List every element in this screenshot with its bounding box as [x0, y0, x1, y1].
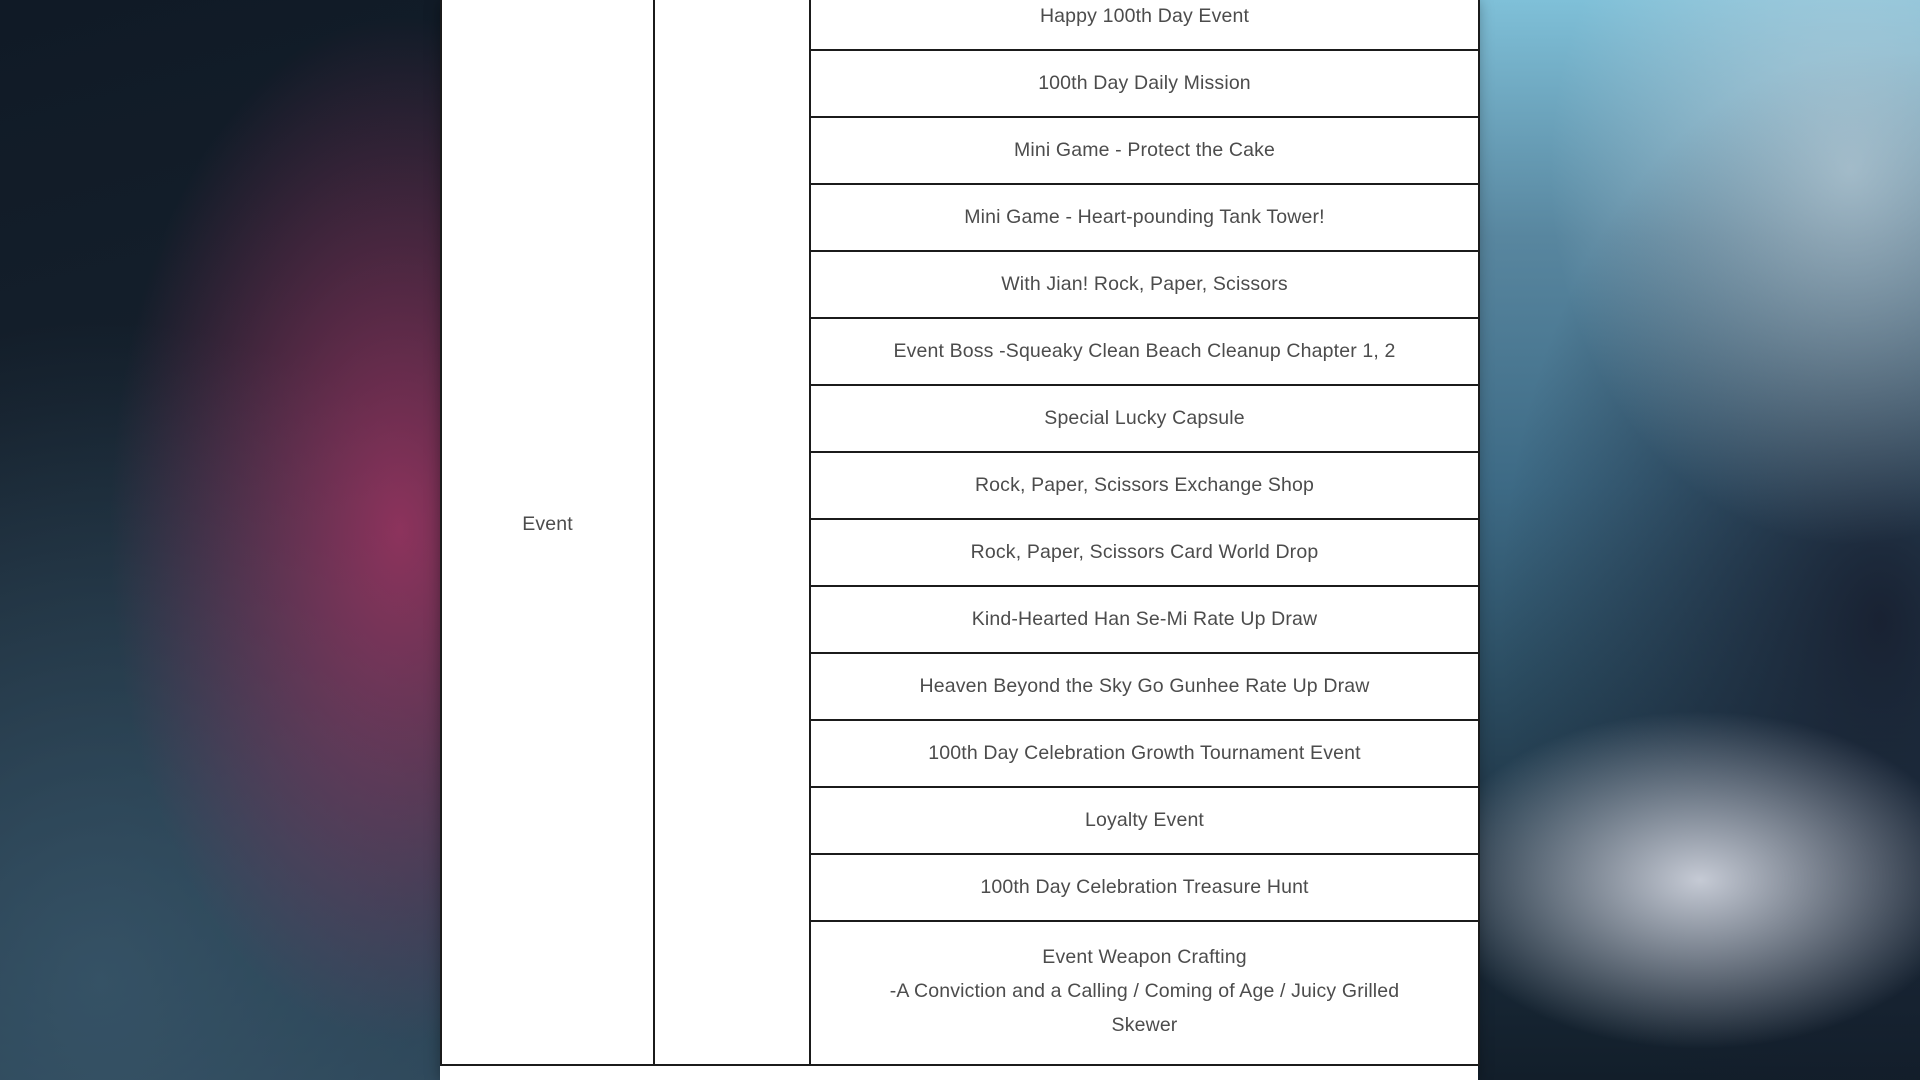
content-sheet: Event Happy 100th Day Event 100th Day Dail… [440, 0, 1480, 1080]
event-name-cell: Mini Game - Protect the Cake [809, 116, 1480, 185]
event-name-line: Event Weapon Crafting [1042, 946, 1247, 968]
event-name-cell: 100th Day Celebration Growth Tournament … [809, 719, 1480, 788]
event-table-body: Event Happy 100th Day Event 100th Day Dail… [440, 0, 1480, 1067]
table-row: Event Happy 100th Day Event [440, 0, 1480, 1067]
event-name-cell: Event Weapon Crafting -A Conviction and a… [809, 919, 1480, 1067]
event-name-cell: With Jian! Rock, Paper, Scissors [809, 250, 1480, 319]
event-table: Event Happy 100th Day Event 100th Day Dail… [440, 0, 1480, 1067]
event-name-cell: Heaven Beyond the Sky Go Gunhee Rate Up … [809, 652, 1480, 721]
event-name-line: Skewer [1111, 1014, 1178, 1037]
event-name-cell: Loyalty Event [809, 786, 1480, 855]
event-name-cell: 100th Day Celebration Treasure Hunt [809, 853, 1480, 922]
event-name-cell: Rock, Paper, Scissors Exchange Shop [809, 451, 1480, 520]
event-name-cell: Special Lucky Capsule [809, 384, 1480, 453]
backdrop-left-art [0, 0, 450, 1080]
event-name-cell: Rock, Paper, Scissors Card World Drop [809, 518, 1480, 587]
event-name-cell: Event Boss -Squeaky Clean Beach Cleanup … [809, 317, 1480, 386]
event-name-cell: 100th Day Daily Mission [809, 49, 1480, 118]
event-name-cell: Kind-Hearted Han Se-Mi Rate Up Draw [809, 585, 1480, 654]
backdrop-right-art [1450, 0, 1920, 1080]
event-name-cell: Mini Game - Heart-pounding Tank Tower! [809, 183, 1480, 252]
table-gutter [653, 0, 811, 1067]
category-label-cell: Event [440, 0, 655, 1067]
event-name-line: -A Conviction and a Calling / Coming of … [889, 980, 1400, 1003]
event-name-cell: Happy 100th Day Event [809, 0, 1480, 51]
